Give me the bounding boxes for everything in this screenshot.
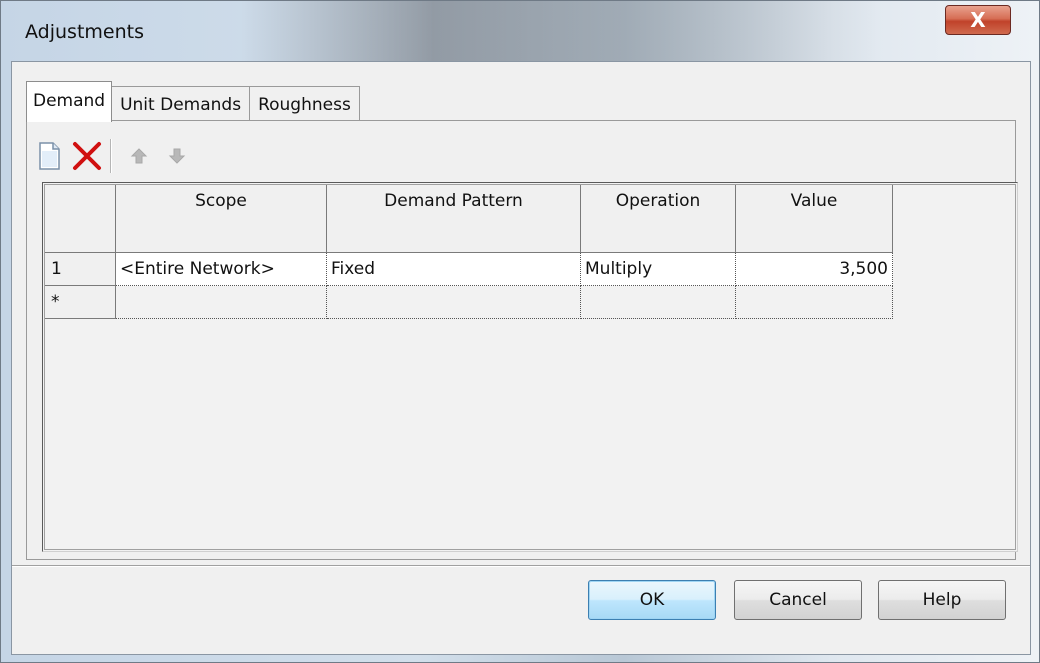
- help-button[interactable]: Help: [878, 580, 1006, 620]
- value-cell[interactable]: [735, 285, 893, 319]
- column-header-operation[interactable]: Operation: [580, 185, 736, 253]
- close-button[interactable]: X: [945, 5, 1011, 35]
- move-down-button[interactable]: [158, 137, 196, 175]
- grid-toolbar: [30, 136, 196, 176]
- adjustments-table: Scope Demand Pattern Operation Value 1 <…: [45, 185, 893, 319]
- column-header-demand-pattern[interactable]: Demand Pattern: [326, 185, 581, 253]
- close-icon: X: [970, 8, 986, 32]
- operation-cell[interactable]: [580, 285, 736, 319]
- new-row-header[interactable]: *: [45, 285, 116, 319]
- new-row[interactable]: *: [45, 285, 893, 319]
- column-header-value[interactable]: Value: [735, 185, 893, 253]
- tab-unit-demands[interactable]: Unit Demands: [111, 86, 251, 121]
- titlebar-background: [241, 1, 881, 63]
- move-up-button[interactable]: [120, 137, 158, 175]
- window-title: Adjustments: [25, 21, 144, 43]
- toolbar-separator: [110, 139, 112, 173]
- delete-row-button[interactable]: [68, 137, 106, 175]
- scope-cell[interactable]: <Entire Network>: [115, 252, 327, 286]
- adjustments-dialog: Adjustments X Demand Unit Demands Roughn…: [0, 0, 1040, 663]
- cancel-button[interactable]: Cancel: [734, 580, 862, 620]
- new-row-button[interactable]: [30, 137, 68, 175]
- table-row[interactable]: 1 <Entire Network> Fixed Multiply 3,500: [45, 252, 893, 286]
- row-header[interactable]: 1: [45, 252, 116, 286]
- demand-pattern-cell[interactable]: Fixed: [326, 252, 581, 286]
- adjustments-grid: Scope Demand Pattern Operation Value 1 <…: [42, 182, 1018, 552]
- move-up-icon: [130, 148, 148, 164]
- scope-cell[interactable]: [115, 285, 327, 319]
- demand-pattern-cell[interactable]: [326, 285, 581, 319]
- move-down-icon: [168, 148, 186, 164]
- new-row-icon: [39, 142, 60, 170]
- delete-icon: [73, 142, 101, 170]
- ok-button[interactable]: OK: [588, 580, 716, 620]
- tab-strip: Demand Unit Demands Roughness: [26, 79, 360, 122]
- tab-roughness[interactable]: Roughness: [249, 86, 360, 121]
- value-cell[interactable]: 3,500: [735, 252, 893, 286]
- row-header-column: [45, 185, 116, 253]
- dialog-client-area: Demand Unit Demands Roughness Scope Dema…: [11, 61, 1031, 655]
- operation-cell[interactable]: Multiply: [580, 252, 736, 286]
- footer-divider: [12, 565, 1030, 567]
- tab-demand[interactable]: Demand: [26, 81, 113, 122]
- column-header-scope[interactable]: Scope: [115, 185, 327, 253]
